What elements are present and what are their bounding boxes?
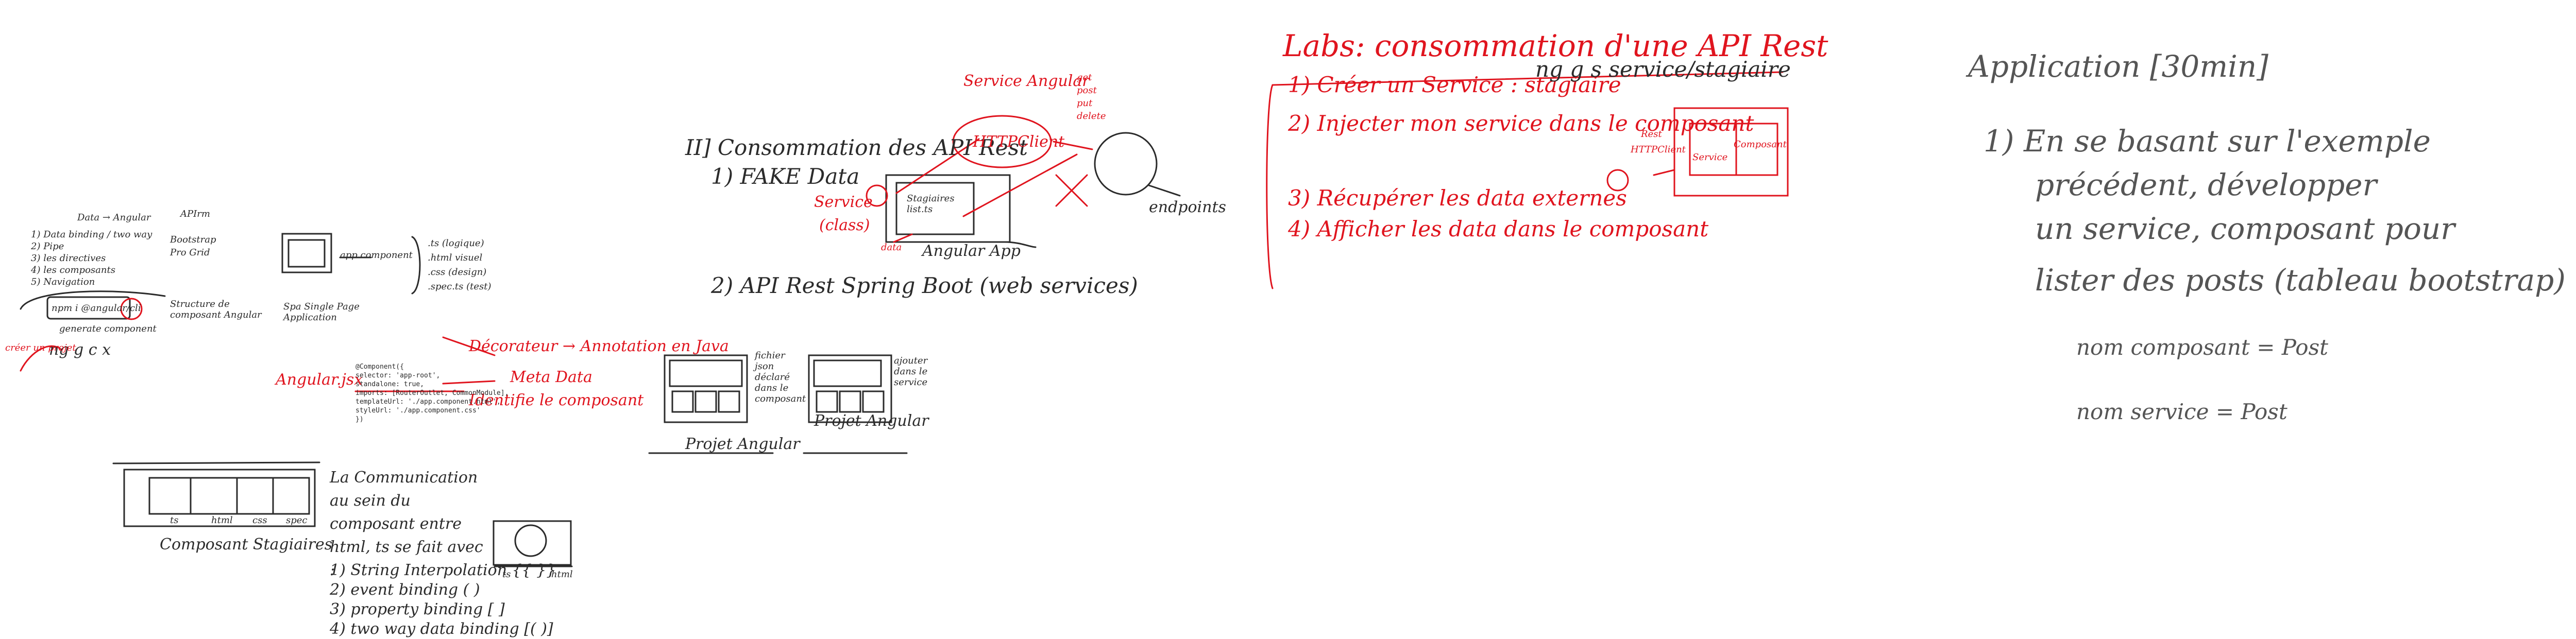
box-projet-a-c2 bbox=[694, 390, 717, 413]
create-hint: créer un projet bbox=[5, 342, 76, 353]
http-method: get bbox=[1077, 72, 1092, 83]
code-line: @Component({ bbox=[355, 363, 404, 371]
code-line: selector: 'app-root', bbox=[355, 372, 440, 379]
binding-item: 1) String Interpolation {{ }} bbox=[330, 561, 556, 579]
generate-component: generate component bbox=[59, 323, 157, 334]
angular-jsx-label: Angular.jsx bbox=[276, 371, 363, 389]
bootstrap-label: Bootstrap bbox=[170, 234, 216, 245]
composant-stagiaires: Composant Stagiaires bbox=[160, 536, 333, 554]
service-name: nom service = Post bbox=[2076, 399, 2287, 424]
labs-step: 2) Injecter mon service dans le composan… bbox=[1288, 111, 1754, 136]
checklist-item: 3) les directives bbox=[31, 253, 106, 264]
box-projet-b-c2 bbox=[839, 390, 861, 413]
application-title: Application [30min] bbox=[1968, 49, 2268, 84]
arrow-endpoint-back bbox=[962, 153, 1078, 217]
endpoints-label: endpoints bbox=[1149, 198, 1226, 216]
strip-label: css bbox=[252, 515, 267, 526]
application-instruction: lister des posts (tableau bootstrap) bbox=[2035, 263, 2566, 298]
http-method: delete bbox=[1077, 111, 1106, 122]
file-item: .spec.ts (test) bbox=[428, 281, 492, 292]
heading-apirm: APIrm bbox=[180, 209, 210, 219]
box-strip-1 bbox=[148, 477, 192, 515]
box-projet-a-c1 bbox=[671, 390, 694, 413]
code-line: standalone: true, bbox=[355, 381, 425, 388]
labs-step: 4) Afficher les data dans le composant bbox=[1288, 216, 1709, 241]
circle-endpoint bbox=[1094, 132, 1158, 196]
decorator-note: Décorateur → Annotation en Java bbox=[469, 337, 729, 355]
httpclient-label: HTTPClient bbox=[973, 133, 1065, 151]
fichier-note: fichier json déclaré dans le composant bbox=[755, 350, 806, 404]
component-name: nom composant = Post bbox=[2076, 335, 2329, 360]
code-line: imports: [RouterOutlet, CommonModule], bbox=[355, 389, 509, 397]
service-angular-label: Service Angular bbox=[963, 72, 1090, 90]
projet-b-label: Projet Angular bbox=[814, 412, 929, 430]
file-item: .css (design) bbox=[428, 267, 487, 278]
application-instruction: 1) En se basant sur l'exemple bbox=[1984, 124, 2431, 159]
box-structure-inner bbox=[287, 239, 326, 268]
endpoint-arrow bbox=[1148, 184, 1181, 197]
labs-http-label: HTTPClient bbox=[1631, 144, 1686, 155]
strip-label: ts bbox=[170, 515, 179, 526]
class-label: (class) bbox=[819, 216, 870, 234]
strip-label: spec bbox=[286, 515, 308, 526]
box-projet-a-c3 bbox=[718, 390, 740, 413]
mini-circle bbox=[514, 524, 547, 557]
binding-item: 4) two way data binding [( )] bbox=[330, 620, 553, 638]
meta-data-note: Meta Data bbox=[510, 368, 592, 386]
brace-files bbox=[411, 236, 421, 295]
checklist-item: 1) Data binding / two way bbox=[31, 229, 152, 240]
strip-top-line bbox=[112, 461, 320, 464]
labs-bracket bbox=[1266, 84, 1274, 289]
strip-label: html bbox=[211, 515, 233, 526]
structure-label: Structure de composant Angular bbox=[170, 299, 262, 320]
mini-label: html bbox=[551, 569, 573, 580]
application-instruction: précédent, développer bbox=[2035, 167, 2377, 202]
box-mini bbox=[493, 520, 572, 566]
angular-app-label: Angular App bbox=[922, 242, 1021, 260]
whiteboard: Data → Angular APIrm 1) Data binding / t… bbox=[0, 0, 2576, 639]
data-arrow bbox=[893, 233, 913, 243]
code-line: styleUrl: './app.component.css' bbox=[355, 407, 481, 415]
application-instruction: un service, composant pour bbox=[2035, 211, 2455, 246]
app-component-label: app component bbox=[340, 250, 413, 261]
labs-service-box-label: Service bbox=[1692, 152, 1728, 163]
bootstrap-label: Pro Grid bbox=[170, 247, 210, 258]
checklist-item: 5) Navigation bbox=[31, 277, 95, 287]
checklist-item: 4) les composants bbox=[31, 265, 115, 275]
heading-data-angular: Data → Angular bbox=[77, 212, 151, 223]
cross-mark bbox=[1055, 174, 1088, 207]
stagiaires-box-label: Stagiaires list.ts bbox=[907, 193, 955, 215]
npm-command: npm i @angular/cli bbox=[52, 303, 141, 314]
http-method: put bbox=[1077, 98, 1093, 109]
http-method: post bbox=[1077, 85, 1097, 96]
file-item: .html visuel bbox=[428, 252, 483, 263]
code-line: templateUrl: './app.component.html', bbox=[355, 398, 501, 406]
box-projet-b-c3 bbox=[862, 390, 885, 413]
box-strip-4 bbox=[272, 477, 310, 515]
arrow-identifier bbox=[442, 380, 496, 385]
box-strip-2 bbox=[190, 477, 238, 515]
code-line: }) bbox=[355, 416, 364, 423]
box-projet-b-inner bbox=[813, 359, 882, 387]
file-item: .ts (logique) bbox=[428, 238, 484, 249]
spa-label: Spa Single Page Application bbox=[283, 301, 360, 323]
checklist-item: 2) Pipe bbox=[31, 241, 64, 252]
api-item-2: 2) API Rest Spring Boot (web services) bbox=[711, 273, 1138, 298]
ajout-note: ajouter dans le service bbox=[894, 355, 928, 388]
service-label: Service bbox=[814, 193, 873, 211]
box-projet-b-c1 bbox=[816, 390, 838, 413]
labs-arrow bbox=[1653, 169, 1675, 176]
labs-ng-command: ng g s service/stagiaire bbox=[1535, 57, 1791, 82]
data-label: data bbox=[881, 242, 902, 253]
api-item-1: 1) FAKE Data bbox=[711, 164, 860, 189]
labs-step: 3) Récupérer les data externes bbox=[1288, 185, 1627, 211]
labs-rest-label: Rest bbox=[1641, 129, 1662, 140]
labs-composant-box-label: Composant bbox=[1734, 139, 1787, 150]
box-projet-a-inner bbox=[669, 359, 743, 387]
box-strip-3 bbox=[236, 477, 274, 515]
binding-item: 3) property binding [ ] bbox=[330, 600, 505, 618]
projet-a-label: Projet Angular bbox=[685, 435, 800, 453]
binding-item: 2) event binding ( ) bbox=[330, 581, 480, 599]
mini-label: ts bbox=[502, 569, 511, 580]
